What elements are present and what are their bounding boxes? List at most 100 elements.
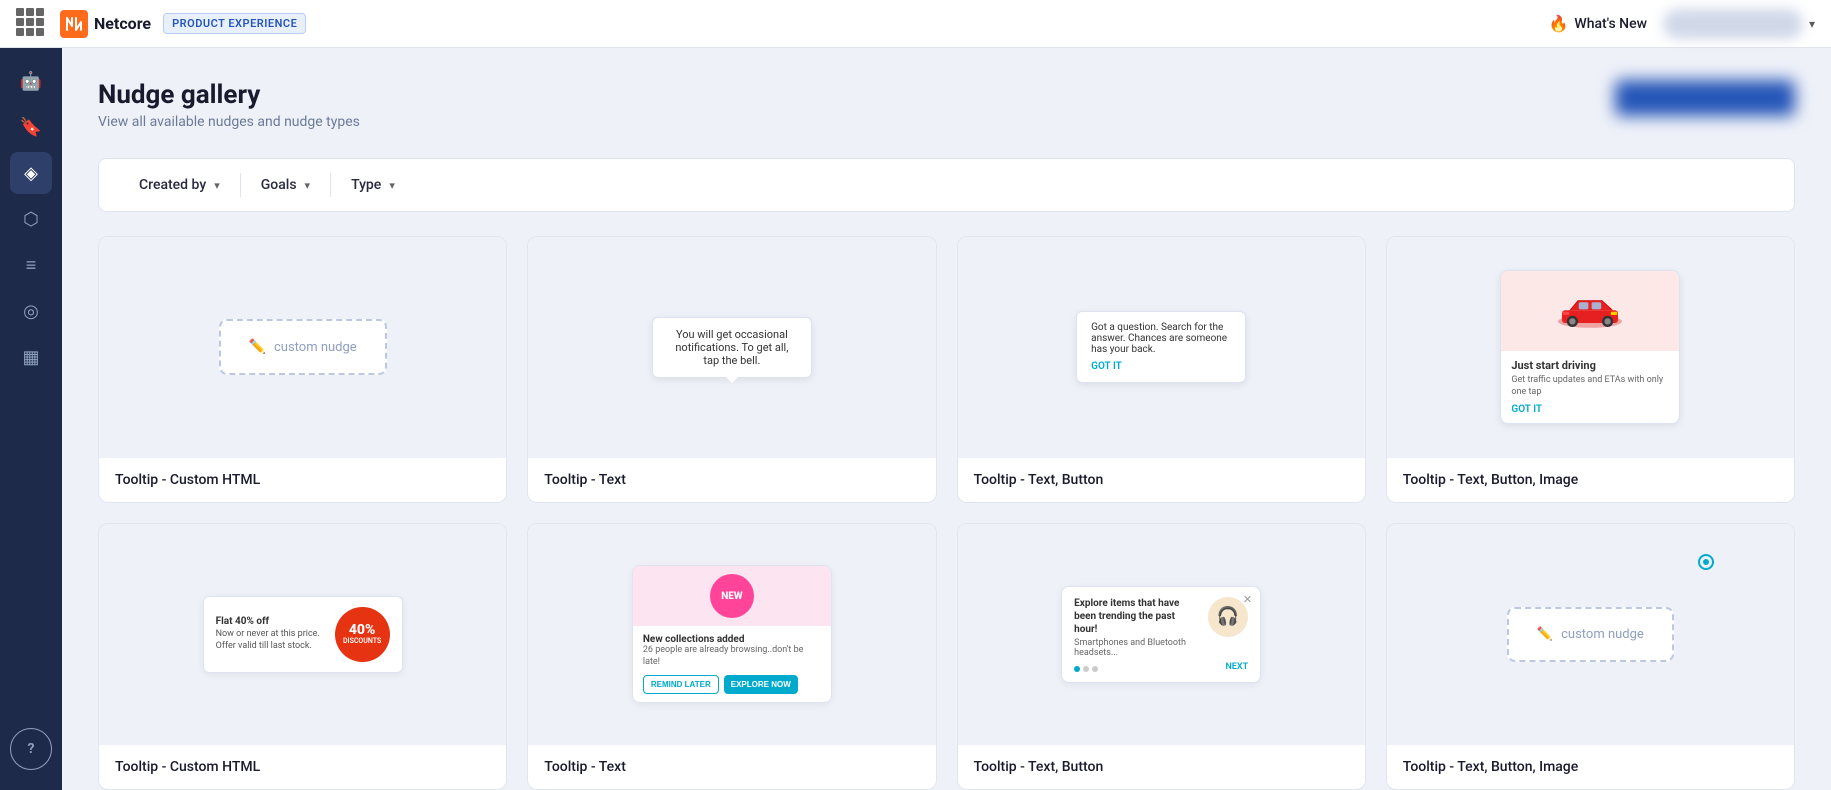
- card-preview-7: ✕ Explore items that have been trending …: [958, 524, 1365, 744]
- remind-later-button[interactable]: REMIND LATER: [643, 675, 719, 694]
- gallery-card-trending[interactable]: ✕ Explore items that have been trending …: [957, 523, 1366, 790]
- target-icon: ◎: [23, 301, 39, 322]
- dot-2: [1083, 666, 1089, 672]
- chevron-down-icon: ▾: [305, 179, 311, 192]
- next-button[interactable]: NEXT: [1225, 662, 1248, 672]
- gallery-card-discount[interactable]: Flat 40% off Now or never at this price.…: [98, 523, 507, 790]
- custom-nudge-preview: ✏️ custom nudge: [219, 319, 387, 375]
- created-by-filter[interactable]: Created by ▾: [119, 177, 240, 193]
- discount-preview: Flat 40% off Now or never at this price.…: [203, 596, 403, 673]
- grid-menu-icon[interactable]: [16, 8, 48, 40]
- robot-icon: 🤖: [20, 71, 42, 92]
- share-icon: ⬡: [23, 209, 39, 230]
- tooltip-text-preview: You will get occasional notifications. T…: [652, 317, 812, 378]
- card-preview-5: Flat 40% off Now or never at this price.…: [99, 524, 506, 744]
- page-title: Nudge gallery: [98, 80, 360, 110]
- top-navigation: Netcore PRODUCT EXPERIENCE 🔥 What's New …: [0, 0, 1831, 48]
- discount-badge: 40% DISCOUNTS: [335, 607, 390, 662]
- goals-filter[interactable]: Goals ▾: [241, 177, 330, 193]
- discount-pct: 40%: [349, 623, 376, 637]
- card-label-8: Tooltip - Text, Button, Image: [1387, 744, 1794, 789]
- tooltip-img-area: [1501, 271, 1679, 351]
- gallery-grid: ✏️ custom nudge Tooltip - Custom HTML Yo…: [98, 236, 1795, 790]
- logo: Netcore: [60, 10, 151, 38]
- car-image-icon: [1550, 291, 1630, 331]
- discount-subtitle: Now or never at this price. Offer valid …: [216, 629, 325, 652]
- netcore-logo-icon: [60, 10, 88, 38]
- bookmark-icon: 🔖: [20, 117, 42, 138]
- type-filter[interactable]: Type ▾: [331, 177, 415, 193]
- tooltip-img-preview: Just start driving Get traffic updates a…: [1500, 270, 1680, 423]
- close-icon: ✕: [1243, 593, 1252, 606]
- chevron-down-icon: ▾: [389, 179, 395, 192]
- trending-preview: ✕ Explore items that have been trending …: [1061, 586, 1261, 683]
- card-preview-8: ✏️ custom nudge: [1387, 524, 1794, 744]
- card-label-5: Tooltip - Custom HTML: [99, 744, 506, 789]
- sidebar-item-robot[interactable]: 🤖: [10, 60, 52, 102]
- notif-subtitle: 26 people are already browsing..don't be…: [643, 645, 821, 668]
- notif-title: New collections added: [643, 634, 821, 645]
- explore-now-button[interactable]: EXPLORE NOW: [724, 675, 798, 694]
- tooltip-text-content: You will get occasional notifications. T…: [675, 328, 788, 367]
- tooltip-text-btn-preview: Got a question. Search for the answer. C…: [1076, 311, 1246, 383]
- chevron-down-icon[interactable]: ▾: [1809, 17, 1815, 31]
- created-by-label: Created by: [139, 177, 206, 193]
- gallery-card-tooltip-text-btn-img[interactable]: Just start driving Get traffic updates a…: [1386, 236, 1795, 503]
- main-content: Nudge gallery View all available nudges …: [62, 48, 1831, 790]
- custom-nudge-text: custom nudge: [274, 340, 357, 355]
- sidebar-item-list[interactable]: ≡: [10, 244, 52, 286]
- logo-text: Netcore: [94, 14, 151, 33]
- product-badge: PRODUCT EXPERIENCE: [163, 13, 306, 34]
- sidebar: 🤖 🔖 ◈ ⬡ ≡ ◎ ▦ ?: [0, 48, 62, 790]
- discount-title: Flat 40% off: [216, 616, 325, 627]
- sidebar-item-dashboard[interactable]: ▦: [10, 336, 52, 378]
- got-it-button: GOT IT: [1091, 361, 1231, 372]
- whats-new-label: What's New: [1574, 16, 1647, 32]
- card-preview-2: You will get occasional notifications. T…: [528, 237, 935, 457]
- card-preview-3: Got a question. Search for the answer. C…: [958, 237, 1365, 457]
- card-label-3: Tooltip - Text, Button: [958, 457, 1365, 502]
- tooltip-btn-text: Got a question. Search for the answer. C…: [1091, 322, 1227, 355]
- fire-icon: 🔥: [1548, 14, 1568, 33]
- gallery-card-custom-html[interactable]: ✏️ custom nudge Tooltip - Custom HTML: [98, 236, 507, 503]
- layers-icon: ◈: [24, 163, 38, 184]
- notification-preview: NEW New collections added 26 people are …: [632, 565, 832, 702]
- card-preview-4: Just start driving Get traffic updates a…: [1387, 237, 1794, 457]
- sidebar-item-target[interactable]: ◎: [10, 290, 52, 332]
- user-area: ▾: [1663, 9, 1815, 39]
- sidebar-item-layers[interactable]: ◈: [10, 152, 52, 194]
- sidebar-item-bookmark[interactable]: 🔖: [10, 106, 52, 148]
- pagination-dots: [1074, 666, 1248, 672]
- gallery-card-custom-html-2[interactable]: ✏️ custom nudge Tooltip - Text, Button, …: [1386, 523, 1795, 790]
- sidebar-item-share[interactable]: ⬡: [10, 198, 52, 240]
- pencil-icon: ✏️: [249, 339, 266, 355]
- whats-new-button[interactable]: 🔥 What's New: [1548, 14, 1647, 33]
- page-subtitle: View all available nudges and nudge type…: [98, 114, 360, 130]
- dot-1: [1074, 666, 1080, 672]
- sidebar-item-help[interactable]: ?: [10, 728, 52, 770]
- gallery-card-notification[interactable]: NEW New collections added 26 people are …: [527, 523, 936, 790]
- card-label-4: Tooltip - Text, Button, Image: [1387, 457, 1794, 502]
- dot-3: [1092, 666, 1098, 672]
- card4-btn: GOT IT: [1511, 404, 1669, 415]
- page-title-block: Nudge gallery View all available nudges …: [98, 80, 360, 130]
- chevron-down-icon: ▾: [214, 179, 220, 192]
- pointer-indicator: [1698, 554, 1714, 570]
- card-label-6: Tooltip - Text: [528, 744, 935, 789]
- trending-title: Explore items that have been trending th…: [1074, 597, 1200, 636]
- gallery-card-tooltip-text[interactable]: You will get occasional notifications. T…: [527, 236, 936, 503]
- list-icon: ≡: [26, 255, 37, 276]
- custom-nudge-2-text: custom nudge: [1561, 627, 1644, 642]
- type-label: Type: [351, 177, 381, 193]
- gallery-card-tooltip-text-btn[interactable]: Got a question. Search for the answer. C…: [957, 236, 1366, 503]
- pencil-icon: ✏️: [1537, 627, 1553, 642]
- new-badge: NEW: [710, 574, 754, 618]
- card-label-7: Tooltip - Text, Button: [958, 744, 1365, 789]
- create-nudge-button[interactable]: [1615, 80, 1795, 116]
- card4-subtitle: Get traffic updates and ETAs with only o…: [1511, 375, 1669, 398]
- user-avatar-pill: [1663, 9, 1803, 39]
- pointer-target-icon: [1698, 554, 1714, 570]
- card-preview-1: ✏️ custom nudge: [99, 237, 506, 457]
- goals-label: Goals: [261, 177, 297, 193]
- card-label-1: Tooltip - Custom HTML: [99, 457, 506, 502]
